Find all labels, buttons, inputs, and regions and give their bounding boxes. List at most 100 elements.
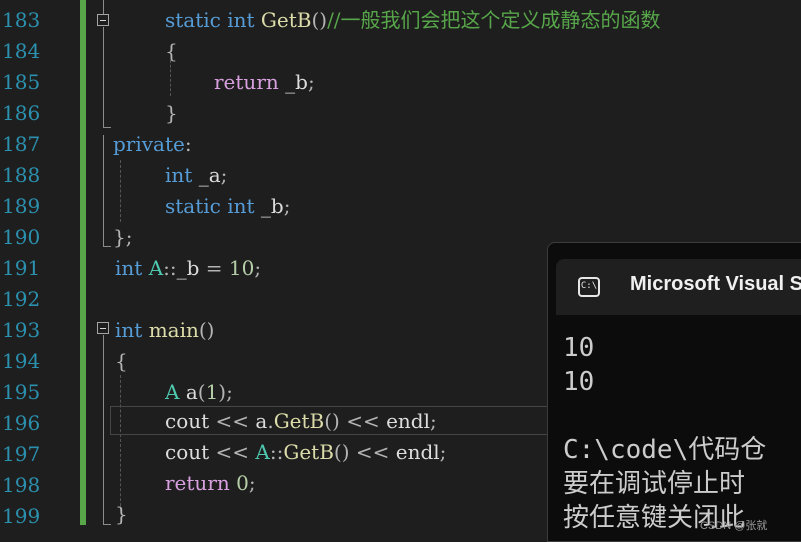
line-number: 189 [2, 194, 41, 218]
operator: << [209, 440, 256, 464]
number-literal: 0 [236, 471, 249, 495]
code-line-194[interactable]: { [115, 346, 128, 377]
line-number: 188 [2, 163, 41, 187]
console-output-line: 要在调试停止时 [563, 469, 746, 499]
number-literal: 10 [228, 256, 255, 280]
function-name: GetB [283, 440, 334, 464]
keyword: static [165, 194, 221, 218]
keyword: int [165, 163, 193, 187]
identifier: cout [165, 440, 210, 464]
scope-operator: :: [269, 440, 284, 464]
outline-line [103, 246, 111, 247]
line-number: 183 [2, 8, 41, 32]
outline-line [103, 135, 104, 247]
operator: = [199, 256, 229, 280]
code-line-193[interactable]: int main() [115, 315, 214, 346]
punctuation: () [311, 8, 328, 32]
identifier: endl [395, 440, 440, 464]
punctuation: : [184, 132, 192, 156]
code-line-185[interactable]: return _b; [214, 67, 315, 98]
line-number: 196 [2, 411, 41, 435]
code-line-195[interactable]: A a(1); [165, 377, 233, 408]
code-line-187[interactable]: private: [113, 129, 192, 160]
punctuation: ; [307, 70, 315, 94]
keyword: private [113, 132, 185, 156]
collapse-toggle-icon[interactable] [97, 322, 109, 334]
punctuation: { [165, 39, 178, 63]
debug-console-window[interactable]: C:\ Microsoft Visual S 10 10 C:\code\代码仓… [547, 242, 801, 542]
keyword: int [227, 8, 255, 32]
console-title: Microsoft Visual S [630, 273, 801, 295]
line-number: 184 [2, 39, 41, 63]
line-number: 193 [2, 318, 41, 342]
identifier: _b [260, 194, 284, 218]
scope-operator: :: [163, 256, 177, 280]
indent-guide [120, 375, 121, 511]
console-icon: C:\ [578, 277, 600, 297]
identifier: cout [165, 409, 210, 433]
function-name: GetB [260, 8, 312, 32]
code-line-186[interactable]: } [165, 98, 178, 129]
operator: << [349, 440, 396, 464]
line-number: 185 [2, 70, 41, 94]
code-line-198[interactable]: return 0; [165, 468, 256, 499]
code-line-184[interactable]: { [165, 36, 178, 67]
punctuation: { [115, 349, 128, 373]
console-title-bar[interactable]: C:\ Microsoft Visual S [556, 259, 801, 315]
punctuation: ; [248, 471, 256, 495]
line-number: 190 [2, 225, 41, 249]
identifier: _b [285, 70, 308, 94]
punctuation: ; [254, 256, 262, 280]
function-name: GetB [273, 409, 325, 433]
identifier: a [255, 409, 268, 433]
indent-guide [120, 160, 121, 222]
keyword: int [115, 318, 143, 342]
line-number: 192 [2, 287, 41, 311]
punctuation: } [115, 502, 128, 526]
punctuation: () [324, 409, 340, 433]
line-number-gutter: 183 184 185 186 187 188 189 190 191 192 … [0, 0, 78, 541]
identifier: _a [198, 163, 221, 187]
code-line-199[interactable]: } [115, 499, 128, 530]
identifier: _b [176, 256, 200, 280]
identifier: endl [386, 409, 431, 433]
outline-line [103, 524, 111, 525]
class-name: A [165, 380, 180, 404]
watermark: CSDN @张就 [700, 520, 768, 532]
code-line-183[interactable]: static int GetB()//一般我们会把这个定义成静态的函数 [165, 5, 661, 36]
operator: << [339, 409, 387, 433]
keyword: return [165, 471, 230, 495]
punctuation: () [198, 318, 215, 342]
keyword: int [227, 194, 255, 218]
outline-line [103, 0, 104, 14]
keyword: return [214, 70, 279, 94]
number-literal: 1 [205, 380, 219, 404]
console-output-line: C:\code\代码仓 [563, 435, 767, 465]
punctuation: ); [218, 380, 233, 404]
punctuation: ; [439, 440, 447, 464]
punctuation: } [165, 101, 178, 125]
class-name: A [255, 440, 270, 464]
function-name: main [148, 318, 199, 342]
class-name: A [148, 256, 164, 280]
line-number: 197 [2, 442, 41, 466]
console-output-line: 10 [563, 333, 595, 363]
line-number: 195 [2, 380, 41, 404]
code-line-188[interactable]: int _a; [165, 160, 227, 191]
code-line-196[interactable]: cout << a.GetB() << endl; [165, 406, 437, 437]
code-line-191[interactable]: int A::_b = 10; [115, 253, 261, 284]
line-number: 198 [2, 473, 41, 497]
punctuation: ; [430, 409, 437, 433]
comment: //一般我们会把这个定义成静态的函数 [327, 8, 661, 32]
keyword: int [115, 256, 143, 280]
punctuation: }; [113, 225, 133, 249]
punctuation: ; [283, 194, 291, 218]
line-number: 194 [2, 349, 41, 373]
code-line-197[interactable]: cout << A::GetB() << endl; [165, 437, 446, 468]
line-number: 199 [2, 504, 41, 528]
collapse-toggle-icon[interactable] [97, 14, 109, 26]
identifier: a [185, 380, 198, 404]
code-line-190[interactable]: }; [113, 222, 132, 253]
outline-line [103, 127, 111, 128]
code-line-189[interactable]: static int _b; [165, 191, 290, 222]
